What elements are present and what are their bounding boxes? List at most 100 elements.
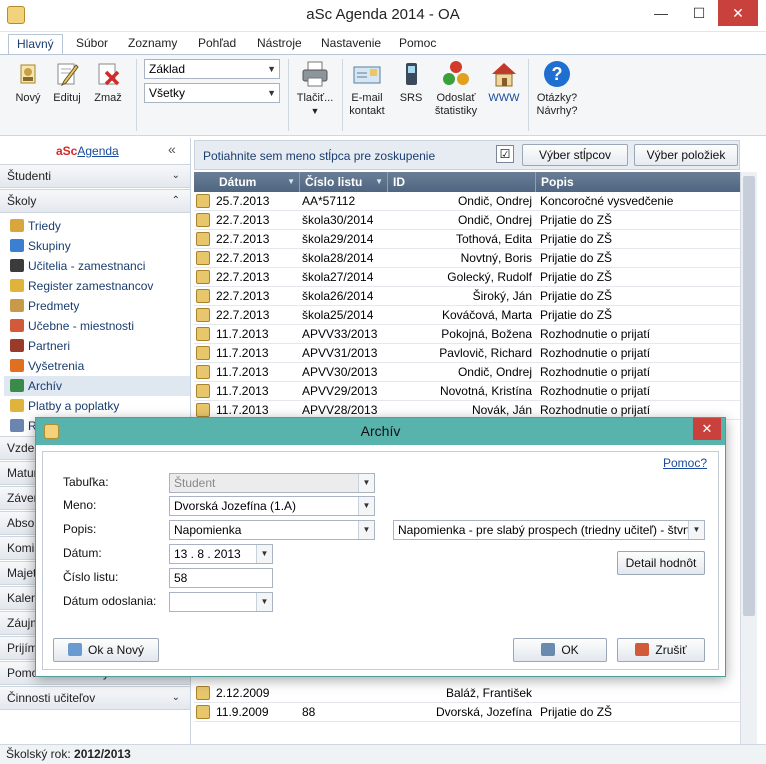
sidebar-item[interactable]: Predmety bbox=[10, 296, 190, 316]
sent-date-picker[interactable]: ▼ bbox=[169, 592, 273, 612]
sidebar-item[interactable]: Učitelia - zamestnanci bbox=[10, 256, 190, 276]
tab-nastavenie[interactable]: Nastavenie bbox=[313, 34, 389, 54]
table-cell: Prijatie do ZŠ bbox=[540, 213, 613, 227]
table-cell: Ondič, Ondrej bbox=[457, 194, 532, 208]
send-stats-button[interactable]: Odoslať štatistiky bbox=[432, 59, 480, 118]
ok-button[interactable]: OK bbox=[513, 638, 607, 662]
date-picker[interactable]: 13 . 8 . 2013 ▼ bbox=[169, 544, 273, 564]
table-select[interactable]: Študent ▼ bbox=[169, 473, 375, 493]
tab-zoznamy[interactable]: Zoznamy bbox=[120, 34, 185, 54]
svg-text:?: ? bbox=[552, 64, 563, 84]
www-button[interactable]: WWW bbox=[486, 59, 522, 105]
tab-pohlad[interactable]: Pohľad bbox=[190, 34, 244, 54]
print-button[interactable]: Tlačiť... ▼ bbox=[294, 59, 336, 118]
close-window-button[interactable]: ✕ bbox=[718, 0, 758, 26]
filter-combo-basic-value: Základ bbox=[149, 62, 186, 76]
new-record-icon bbox=[20, 64, 36, 84]
sidebar-item[interactable]: Archív bbox=[4, 376, 190, 396]
table-row[interactable]: 25.7.2013 AA*57112 Ondič, Ondrej Koncoročné… bbox=[194, 192, 740, 211]
sidebar-item-icon bbox=[10, 239, 24, 252]
sidebar-item[interactable]: Triedy bbox=[10, 216, 190, 236]
description-detail-select[interactable]: Napomienka - pre slabý prospech (triedny… bbox=[393, 520, 705, 540]
row-record-icon bbox=[196, 346, 210, 360]
column-header-description[interactable]: Popis bbox=[536, 172, 740, 192]
email-contact-button[interactable]: E-mail kontakt bbox=[346, 59, 388, 118]
table-row[interactable]: 22.7.2013 škola28/2014 Novtný, Boris Prijat… bbox=[194, 249, 740, 268]
minimize-button[interactable]: — bbox=[644, 0, 678, 26]
number-input[interactable]: 58 bbox=[169, 568, 273, 588]
column-header-id[interactable]: ID bbox=[388, 172, 536, 192]
row-record-icon bbox=[196, 403, 210, 417]
stats-balls-icon bbox=[443, 61, 469, 85]
select-all-checkbox[interactable]: ☑ bbox=[496, 145, 514, 163]
cancel-button[interactable]: Zrušiť bbox=[617, 638, 705, 662]
table-cell: škola26/2014 bbox=[302, 289, 374, 303]
tab-pomoc[interactable]: Pomoc bbox=[391, 34, 444, 54]
column-header-date[interactable]: Dátum ▼ bbox=[214, 172, 300, 192]
ok-and-new-button[interactable]: Ok a Nový bbox=[53, 638, 159, 662]
table-row[interactable]: 22.7.2013 škola29/2014 Tothová, Edita Prija… bbox=[194, 230, 740, 249]
help-question-icon: ? bbox=[544, 61, 570, 87]
scrollbar-thumb[interactable] bbox=[743, 176, 755, 616]
select-columns-button[interactable]: Výber stĺpcov bbox=[522, 144, 628, 166]
table-label: Tabuľka: bbox=[63, 475, 109, 489]
table-cell: 11.7.2013 bbox=[216, 327, 269, 341]
sidebar-logo[interactable]: aScAgenda bbox=[56, 144, 119, 158]
table-row[interactable]: 11.7.2013 APVV30/2013 Ondič, Ondrej Rozhodn… bbox=[194, 363, 740, 382]
sidebar-item[interactable]: Učebne - miestnosti bbox=[10, 316, 190, 336]
collapse-sidebar-button[interactable]: « bbox=[168, 141, 176, 157]
table-row[interactable]: 22.7.2013 škola26/2014 Široký, Ján Prijatie… bbox=[194, 287, 740, 306]
row-record-icon bbox=[196, 308, 210, 322]
email-card-icon bbox=[353, 66, 381, 84]
www-button-label: WWW bbox=[488, 92, 520, 104]
new-button[interactable]: Nový bbox=[10, 59, 46, 105]
table-row[interactable]: 11.7.2013 APVV31/2013 Pavlovič, Richard Roz… bbox=[194, 344, 740, 363]
srs-button[interactable]: SRS bbox=[394, 59, 428, 105]
school-year-value: 2012/2013 bbox=[74, 747, 131, 761]
table-row[interactable]: 2.12.2009 Baláž, František bbox=[194, 684, 740, 703]
sidebar-item[interactable]: Register zamestnancov bbox=[10, 276, 190, 296]
sidebar-item-label: Predmety bbox=[28, 299, 80, 313]
questions-button[interactable]: ? Otázky? Návrhy? bbox=[534, 59, 580, 118]
ribbon: Nový Edituj Zmaž Základ ▼ Všetky ▼ Tlačiť.… bbox=[0, 54, 766, 136]
tab-subor[interactable]: Súbor bbox=[68, 34, 116, 54]
table-cell: APVV29/2013 bbox=[302, 384, 378, 398]
delete-button[interactable]: Zmaž bbox=[90, 59, 126, 105]
table-row[interactable]: 11.7.2013 APVV29/2013 Novotná, Kristína Roz… bbox=[194, 382, 740, 401]
filter-combo-all[interactable]: Všetky ▼ bbox=[144, 83, 280, 103]
table-row[interactable]: 22.7.2013 škola30/2014 Ondič, Ondrej Prijat… bbox=[194, 211, 740, 230]
table-cell: Dvorská, Jozefína bbox=[435, 705, 532, 719]
dialog-close-button[interactable]: ✕ bbox=[693, 418, 721, 440]
table-row[interactable]: 11.7.2013 APVV33/2013 Pokojná, Božena Rozho… bbox=[194, 325, 740, 344]
filter-combo-basic[interactable]: Základ ▼ bbox=[144, 59, 280, 79]
sidebar-item[interactable]: Vyšetrenia bbox=[10, 356, 190, 376]
row-record-icon bbox=[196, 289, 210, 303]
table-cell: 11.9.2009 bbox=[216, 705, 269, 719]
ribbon-separator bbox=[528, 59, 529, 131]
sidebar-section-students[interactable]: Študenti ⌄ bbox=[0, 164, 190, 188]
sidebar-item-icon bbox=[10, 219, 24, 232]
sidebar-item[interactable]: Partneri bbox=[10, 336, 190, 356]
grid-scrollbar[interactable] bbox=[740, 172, 757, 744]
sidebar-item-icon bbox=[10, 399, 24, 412]
edit-button[interactable]: Edituj bbox=[50, 59, 84, 105]
table-row[interactable]: 11.9.2009 88 Dvorská, Jozefína Prijatie do … bbox=[194, 703, 740, 722]
tab-nastroje[interactable]: Nástroje bbox=[249, 34, 310, 54]
sidebar-item[interactable]: Platby a poplatky bbox=[10, 396, 190, 416]
select-items-button[interactable]: Výber položiek bbox=[634, 144, 738, 166]
sidebar-item-icon bbox=[10, 339, 24, 352]
tab-hlavny[interactable]: Hlavný bbox=[8, 34, 63, 54]
sidebar-section[interactable]: Činnosti učiteľov ⌄ bbox=[0, 686, 190, 710]
sidebar-item[interactable]: Skupiny bbox=[10, 236, 190, 256]
column-header-label: Popis bbox=[541, 175, 574, 189]
name-select-value: Dvorská Jozefína (1.A) bbox=[174, 499, 297, 513]
name-select[interactable]: Dvorská Jozefína (1.A) ▼ bbox=[169, 496, 375, 516]
description-select[interactable]: Napomienka ▼ bbox=[169, 520, 375, 540]
column-header-number[interactable]: Číslo listu ▼ bbox=[300, 172, 388, 192]
maximize-button[interactable]: ☐ bbox=[682, 0, 716, 26]
help-link[interactable]: Pomoc? bbox=[663, 456, 707, 470]
table-row[interactable]: 22.7.2013 škola25/2014 Kováčová, Marta Prij… bbox=[194, 306, 740, 325]
table-row[interactable]: 22.7.2013 škola27/2014 Golecký, Rudolf Prij… bbox=[194, 268, 740, 287]
detail-values-button[interactable]: Detail hodnôt bbox=[617, 551, 705, 575]
sidebar-section-schools[interactable]: Školy ⌃ bbox=[0, 189, 190, 213]
